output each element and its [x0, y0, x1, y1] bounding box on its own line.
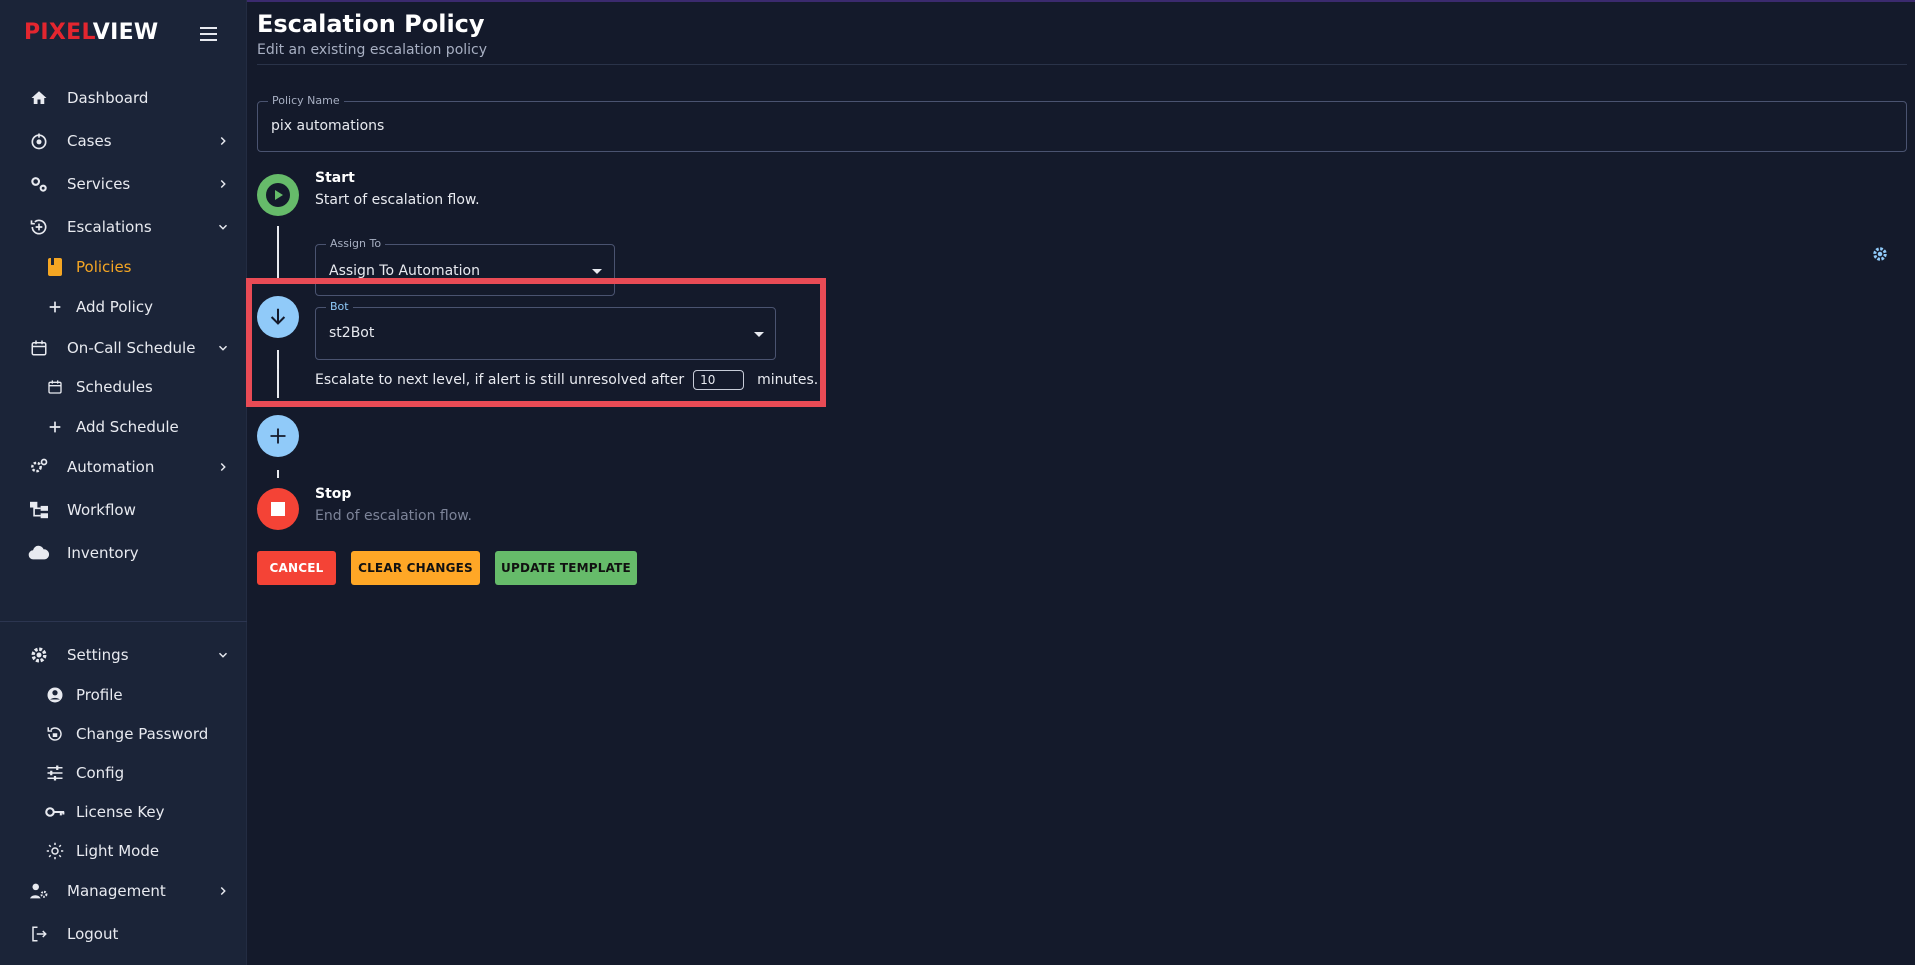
sidebar-item-label: Config [76, 764, 125, 782]
chevron-down-icon [218, 345, 228, 351]
caret-down-icon [592, 269, 602, 274]
book-icon [45, 257, 65, 277]
stop-step-desc: End of escalation flow. [315, 508, 472, 524]
sidebar-item-config[interactable]: Config [0, 756, 247, 790]
chevron-down-icon [218, 224, 228, 230]
services-icon [28, 173, 50, 195]
sidebar-item-logout[interactable]: Logout [0, 916, 247, 952]
sidebar-item-cases[interactable]: Cases [0, 123, 247, 159]
sidebar: PIXELVIEW Dashboard Cases Services Escal… [0, 0, 247, 965]
sidebar-item-add-policy[interactable]: Add Policy [0, 290, 247, 324]
flow-connector [277, 470, 279, 478]
sidebar-divider [0, 621, 247, 622]
chevron-right-icon [220, 886, 226, 896]
sidebar-item-dashboard[interactable]: Dashboard [0, 80, 247, 116]
update-template-button[interactable]: UPDATE TEMPLATE [495, 551, 637, 585]
sidebar-item-label: Automation [67, 458, 155, 476]
sidebar-item-label: Add Schedule [76, 418, 179, 436]
gear-icon[interactable] [1871, 245, 1891, 265]
sidebar-item-policies[interactable]: Policies [0, 250, 247, 284]
chevron-right-icon [220, 179, 226, 189]
sidebar-item-schedules[interactable]: Schedules [0, 370, 247, 404]
policy-name-field[interactable]: Policy Name pix automations [257, 94, 1907, 152]
key-icon [45, 802, 65, 822]
sidebar-item-escalations[interactable]: Escalations [0, 209, 247, 245]
sidebar-item-management[interactable]: Management [0, 873, 247, 909]
flow-connector [277, 226, 279, 278]
calendar-icon [28, 337, 50, 359]
chevron-right-icon [220, 462, 226, 472]
workflow-icon [28, 499, 50, 521]
logout-icon [28, 923, 50, 945]
lock-reset-icon [45, 724, 65, 744]
sidebar-item-label: Management [67, 882, 166, 900]
sidebar-item-settings[interactable]: Settings [0, 637, 247, 673]
sidebar-item-change-password[interactable]: Change Password [0, 717, 247, 751]
start-step-title: Start [315, 170, 355, 186]
cloud-icon [28, 542, 50, 564]
sidebar-item-label: Dashboard [67, 89, 149, 107]
sidebar-item-label: Escalations [67, 218, 152, 236]
plus-icon [45, 297, 65, 317]
main-content: Escalation Policy Edit an existing escal… [257, 0, 1907, 965]
plus-icon [270, 428, 286, 444]
page-subtitle: Edit an existing escalation policy [257, 42, 488, 58]
clear-changes-button[interactable]: CLEAR CHANGES [351, 551, 480, 585]
sidebar-item-label: Workflow [67, 501, 136, 519]
sidebar-item-label: Cases [67, 132, 112, 150]
sidebar-item-label: Logout [67, 925, 119, 943]
gear-icon [28, 644, 50, 666]
policy-name-value: pix automations [271, 118, 385, 134]
account-icon [45, 685, 65, 705]
brand-logo[interactable]: PIXELVIEW [24, 20, 159, 45]
page-title: Escalation Policy [257, 10, 485, 38]
sidebar-item-label: Policies [76, 258, 132, 276]
stop-step-title: Stop [315, 486, 352, 502]
highlight-box [246, 278, 826, 407]
sidebar-item-profile[interactable]: Profile [0, 678, 247, 712]
start-step-desc: Start of escalation flow. [315, 192, 480, 208]
sidebar-item-workflow[interactable]: Workflow [0, 492, 247, 528]
escalations-icon [28, 216, 50, 238]
sidebar-item-label: Services [67, 175, 131, 193]
cases-icon [28, 130, 50, 152]
add-step-button[interactable] [257, 415, 299, 457]
menu-toggle-icon[interactable] [200, 27, 217, 41]
cancel-button[interactable]: CANCEL [257, 551, 336, 585]
sidebar-item-light-mode[interactable]: Light Mode [0, 834, 247, 868]
gears-icon [28, 456, 50, 478]
sliders-icon [45, 763, 65, 783]
sidebar-item-inventory[interactable]: Inventory [0, 535, 247, 571]
sidebar-item-label: Profile [76, 686, 123, 704]
sun-icon [45, 841, 65, 861]
sidebar-item-label: Add Policy [76, 298, 153, 316]
sidebar-item-add-schedule[interactable]: Add Schedule [0, 410, 247, 444]
sidebar-item-label: License Key [76, 803, 165, 821]
sidebar-item-services[interactable]: Services [0, 166, 247, 202]
sidebar-item-label: On-Call Schedule [67, 339, 196, 357]
calendar-icon [45, 377, 65, 397]
assign-to-label: Assign To [326, 237, 386, 250]
plus-icon [45, 417, 65, 437]
policy-name-label: Policy Name [268, 94, 344, 107]
stop-step-icon [257, 488, 299, 530]
assign-to-value: Assign To Automation [329, 263, 480, 279]
sidebar-item-label: Schedules [76, 378, 153, 396]
home-icon [28, 87, 50, 109]
start-step-icon [257, 174, 299, 216]
sidebar-item-license-key[interactable]: License Key [0, 795, 247, 829]
chevron-down-icon [218, 652, 228, 658]
sidebar-item-label: Inventory [67, 544, 139, 562]
sidebar-item-on-call-schedule[interactable]: On-Call Schedule [0, 330, 247, 366]
user-gear-icon [28, 880, 50, 902]
sidebar-item-automation[interactable]: Automation [0, 449, 247, 485]
sidebar-item-label: Change Password [76, 725, 209, 743]
chevron-right-icon [220, 136, 226, 146]
sidebar-item-label: Settings [67, 646, 129, 664]
sidebar-item-label: Light Mode [76, 842, 160, 860]
header-divider [257, 64, 1907, 65]
